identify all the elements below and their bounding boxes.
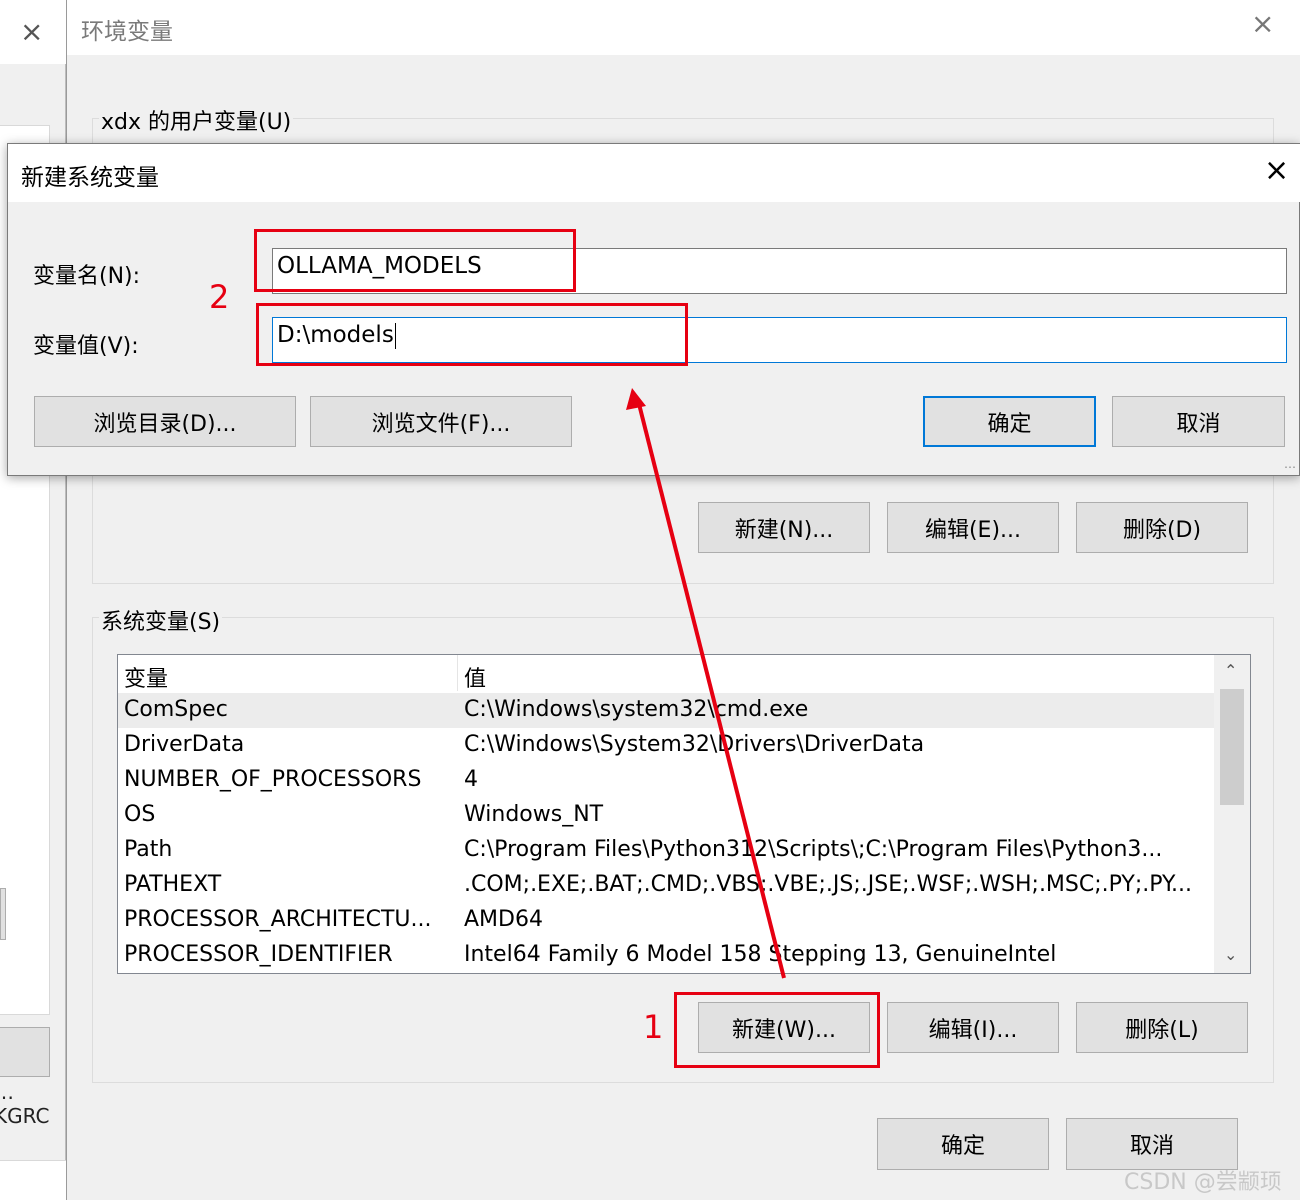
- dialog-close-icon[interactable]: ×: [1264, 156, 1289, 186]
- table-row[interactable]: PROCESSOR_ARCHITECTU... AMD64: [118, 903, 1214, 938]
- row-value: Windows_NT: [464, 802, 604, 827]
- dialog-title: 新建系统变量: [21, 165, 159, 191]
- table-row[interactable]: PATHEXT .COM;.EXE;.BAT;.CMD;.VBS;.VBE;.J…: [118, 868, 1214, 903]
- background-window-button[interactable]: [0, 1027, 50, 1077]
- env-window-title: 环境变量: [81, 19, 173, 45]
- row-value: C:\Program Files\Python312\Scripts\;C:\P…: [464, 837, 1163, 862]
- background-window-titlebar: ×: [0, 0, 66, 64]
- scroll-down-icon[interactable]: ⌄: [1224, 945, 1237, 964]
- row-value: C:\Windows\system32\cmd.exe: [464, 697, 809, 722]
- row-name: PATHEXT: [124, 872, 222, 897]
- background-window-footer: [0, 1160, 66, 1200]
- table-row[interactable]: NUMBER_OF_PROCESSORS 4: [118, 763, 1214, 798]
- table-row[interactable]: ComSpec C:\Windows\system32\cmd.exe: [118, 693, 1214, 728]
- env-cancel-button[interactable]: 取消: [1066, 1118, 1238, 1170]
- background-window-button-stub[interactable]: [0, 888, 6, 940]
- scroll-thumb[interactable]: [1220, 689, 1244, 805]
- table-row[interactable]: PROCESSOR_IDENTIFIER Intel64 Family 6 Mo…: [118, 938, 1214, 973]
- row-value: AMD64: [464, 907, 543, 932]
- row-value: 4: [464, 767, 478, 792]
- row-name: ComSpec: [124, 697, 228, 722]
- env-window-titlebar: 环境变量 ×: [67, 0, 1300, 55]
- step-1-label: 1: [643, 1008, 664, 1046]
- variable-value-label: 变量值(V):: [33, 334, 139, 359]
- dialog-ok-button[interactable]: 确定: [923, 396, 1096, 447]
- user-new-button[interactable]: 新建(N)...: [698, 502, 870, 553]
- row-name: NUMBER_OF_PROCESSORS: [124, 767, 422, 792]
- row-value: .COM;.EXE;.BAT;.CMD;.VBS;.VBE;.JS;.JSE;.…: [464, 872, 1193, 897]
- highlight-variable-value: [256, 303, 688, 366]
- highlight-variable-name: [254, 229, 576, 292]
- user-edit-button[interactable]: 编辑(E)...: [887, 502, 1059, 553]
- column-separator[interactable]: [457, 655, 458, 691]
- dialog-titlebar: 新建系统变量 ×: [8, 144, 1300, 202]
- list-scrollbar[interactable]: ⌃ ⌄: [1214, 655, 1250, 973]
- browse-file-button[interactable]: 浏览文件(F)...: [310, 396, 572, 447]
- table-row[interactable]: Path C:\Program Files\Python312\Scripts\…: [118, 833, 1214, 868]
- step-2-label: 2: [209, 278, 230, 316]
- env-ok-button[interactable]: 确定: [877, 1118, 1049, 1170]
- row-name: OS: [124, 802, 156, 827]
- watermark: CSDN @尝颛顼: [1124, 1170, 1282, 1195]
- column-header-value[interactable]: 值: [464, 661, 486, 693]
- table-row[interactable]: DriverData C:\Windows\System32\Drivers\D…: [118, 728, 1214, 763]
- user-delete-button[interactable]: 删除(D): [1076, 502, 1248, 553]
- system-delete-button[interactable]: 删除(L): [1076, 1002, 1248, 1053]
- column-header-variable[interactable]: 变量: [124, 661, 168, 693]
- env-window-close-icon[interactable]: ×: [1251, 10, 1274, 38]
- row-name: Path: [124, 837, 173, 862]
- user-variables-label: xdx 的用户变量(U): [99, 104, 294, 136]
- dialog-cancel-button[interactable]: 取消: [1112, 396, 1285, 447]
- row-value: Intel64 Family 6 Model 158 Stepping 13, …: [464, 942, 1057, 967]
- row-name: PROCESSOR_IDENTIFIER: [124, 942, 393, 967]
- background-close-icon[interactable]: ×: [20, 18, 43, 46]
- table-row[interactable]: OS Windows_NT: [118, 798, 1214, 833]
- browse-directory-button[interactable]: 浏览目录(D)...: [34, 396, 296, 447]
- variable-name-label: 变量名(N):: [33, 264, 141, 289]
- list-header: 变量 值: [118, 655, 1214, 693]
- system-variables-label: 系统变量(S): [99, 604, 223, 636]
- scroll-up-icon[interactable]: ⌃: [1224, 661, 1237, 680]
- background-window-cut-text: …KGRC: [0, 1080, 50, 1128]
- system-edit-button[interactable]: 编辑(I)...: [887, 1002, 1059, 1053]
- row-value: C:\Windows\System32\Drivers\DriverData: [464, 732, 925, 757]
- system-variables-list[interactable]: 变量 值 ComSpec C:\Windows\system32\cmd.exe…: [117, 654, 1251, 974]
- resize-grip-icon[interactable]: ⋯: [1284, 460, 1296, 474]
- row-name: PROCESSOR_ARCHITECTU...: [124, 907, 432, 932]
- highlight-new-button: [674, 992, 880, 1068]
- row-name: DriverData: [124, 732, 245, 757]
